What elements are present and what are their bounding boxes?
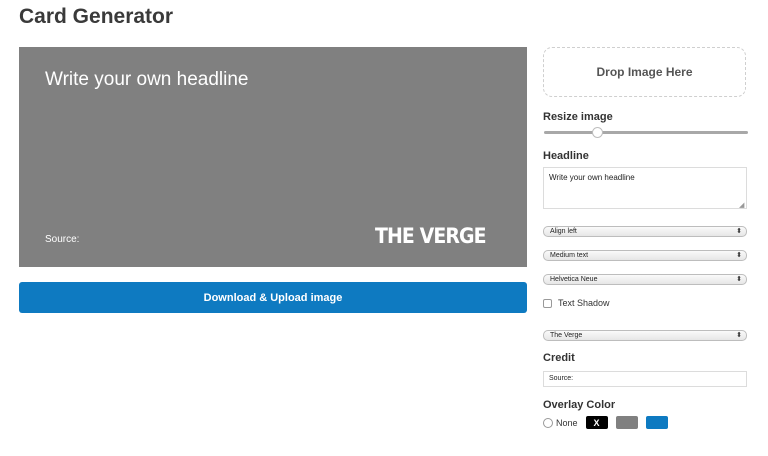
card-source: Source: [45, 234, 80, 245]
select-arrows-icon: ⬍ [736, 276, 742, 283]
credit-label: Credit [543, 352, 575, 364]
resize-slider-thumb[interactable] [592, 127, 604, 138]
resize-slider[interactable] [544, 131, 748, 134]
card-preview: Write your own headline Source: THE VERG… [19, 47, 527, 267]
download-upload-button[interactable]: Download & Upload image [19, 282, 527, 313]
text-shadow-label: Text Shadow [558, 298, 610, 308]
align-select-value: Align left [550, 228, 577, 235]
overlay-swatch-blue[interactable] [645, 416, 668, 429]
select-arrows-icon: ⬍ [736, 332, 742, 339]
font-select[interactable]: Helvetica Neue ⬍ [543, 274, 747, 285]
image-dropzone[interactable]: Drop Image Here [543, 47, 746, 97]
brand-select-value: The Verge [550, 332, 583, 339]
overlay-color-options: None X [543, 416, 676, 429]
brand-select[interactable]: The Verge ⬍ [543, 330, 747, 341]
text-size-select[interactable]: Medium text ⬍ [543, 250, 747, 261]
selected-x-icon: X [593, 417, 600, 428]
select-arrows-icon: ⬍ [736, 228, 742, 235]
headline-label: Headline [543, 150, 589, 162]
text-size-select-value: Medium text [550, 252, 589, 259]
settings-panel: Drop Image Here [543, 47, 747, 97]
overlay-color-label: Overlay Color [543, 399, 616, 411]
verge-logo: THE VERGE [375, 224, 487, 248]
headline-input[interactable]: Write your own headline [543, 167, 747, 209]
card-headline: Write your own headline [45, 69, 249, 90]
text-shadow-option[interactable]: Text Shadow [543, 298, 610, 308]
select-arrows-icon: ⬍ [736, 252, 742, 259]
dropzone-label: Drop Image Here [596, 65, 693, 79]
align-select[interactable]: Align left ⬍ [543, 226, 747, 237]
text-shadow-checkbox[interactable] [543, 298, 552, 308]
overlay-none-radio[interactable] [543, 417, 553, 428]
overlay-swatch-black[interactable]: X [585, 416, 608, 429]
overlay-none-label: None [556, 417, 578, 428]
page-title: Card Generator [19, 5, 174, 28]
overlay-swatch-gray[interactable] [615, 416, 638, 429]
font-select-value: Helvetica Neue [550, 276, 598, 283]
resize-image-label: Resize image [543, 111, 613, 123]
textarea-resize-icon[interactable]: ◢ [739, 201, 744, 209]
credit-input[interactable]: Source: [543, 371, 747, 387]
